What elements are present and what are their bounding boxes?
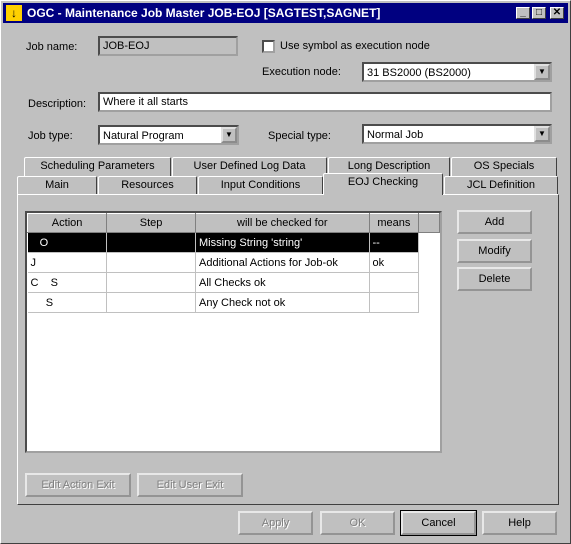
cell-action: O (27, 232, 108, 253)
tab-user-defined-log-data[interactable]: User Defined Log Data (172, 157, 327, 176)
description-label: Description: (28, 98, 87, 110)
cell-filler (418, 232, 440, 253)
chevron-down-icon[interactable]: ▼ (534, 64, 550, 80)
cell-filler (419, 253, 440, 273)
description-field[interactable]: Where it all starts (98, 92, 552, 112)
close-button[interactable]: ✕ (550, 7, 564, 19)
edit-user-exit-button[interactable]: Edit User Exit (137, 473, 243, 497)
column-header-means[interactable]: means (368, 213, 420, 233)
job-type-label: Job type: (28, 130, 73, 142)
modify-button[interactable]: Modify (457, 239, 532, 263)
table-row[interactable]: C S All Checks ok (27, 272, 440, 293)
title-bar: ↓ OGC - Maintenance Job Master JOB-EOJ [… (3, 3, 568, 23)
tab-os-specials[interactable]: OS Specials (451, 157, 557, 176)
use-symbol-label: Use symbol as execution node (280, 40, 430, 52)
job-type-combo[interactable]: Natural Program ▼ (98, 125, 239, 145)
tab-scheduling-parameters[interactable]: Scheduling Parameters (24, 157, 171, 176)
table-row[interactable]: S Any Check not ok (27, 292, 440, 313)
tab-input-conditions[interactable]: Input Conditions (198, 176, 323, 195)
edit-action-exit-button[interactable]: Edit Action Exit (25, 473, 131, 497)
execution-node-value: 31 BS2000 (BS2000) (367, 67, 471, 79)
cell-checked-for: Missing String 'string' (195, 232, 370, 253)
use-symbol-checkbox[interactable] (262, 40, 275, 53)
ok-button[interactable]: OK (320, 511, 395, 535)
cell-action: S (27, 292, 108, 313)
maximize-button[interactable]: □ (532, 7, 546, 19)
add-button[interactable]: Add (457, 210, 532, 234)
cell-means: ok (369, 252, 420, 273)
warning-down-arrow-icon: ↓ (6, 5, 22, 21)
cell-action: J (27, 252, 108, 273)
cell-step (106, 272, 197, 293)
special-type-label: Special type: (268, 130, 331, 142)
cell-step (106, 252, 197, 273)
cell-filler (419, 293, 440, 313)
cell-checked-for: Any Check not ok (195, 292, 370, 313)
cell-means (369, 292, 420, 313)
table-row[interactable]: J Additional Actions for Job-ok ok (27, 252, 440, 273)
cell-action: C S (27, 272, 108, 293)
job-name-field: JOB-EOJ (98, 36, 238, 56)
table-row[interactable]: O Missing String 'string' -- (27, 232, 440, 253)
column-header-filler (418, 213, 440, 233)
chevron-down-icon[interactable]: ▼ (221, 127, 237, 143)
column-header-action[interactable]: Action (27, 213, 108, 233)
help-button[interactable]: Help (482, 511, 557, 535)
job-name-label: Job name: (26, 41, 78, 53)
special-type-combo[interactable]: Normal Job ▼ (362, 124, 552, 144)
job-type-value: Natural Program (103, 130, 184, 142)
tab-main[interactable]: Main (17, 176, 97, 195)
cell-filler (419, 273, 440, 293)
apply-button[interactable]: Apply (238, 511, 313, 535)
delete-button[interactable]: Delete (457, 267, 532, 291)
cancel-button[interactable]: Cancel (400, 510, 477, 536)
column-header-step[interactable]: Step (106, 213, 197, 233)
tab-resources[interactable]: Resources (98, 176, 197, 195)
minimize-button[interactable]: _ (516, 7, 530, 19)
cell-step (106, 232, 197, 253)
cell-checked-for: Additional Actions for Job-ok (195, 252, 370, 273)
tab-eoj-checking[interactable]: EOJ Checking (323, 173, 443, 195)
tab-jcl-definition[interactable]: JCL Definition (444, 176, 558, 195)
eoj-checks-table[interactable]: Action Step will be checked for means O … (25, 211, 442, 453)
column-header-checked-for[interactable]: will be checked for (195, 213, 370, 233)
cell-checked-for: All Checks ok (195, 272, 370, 293)
cell-means (369, 272, 420, 293)
special-type-value: Normal Job (367, 129, 424, 141)
chevron-down-icon[interactable]: ▼ (534, 126, 550, 142)
execution-node-label: Execution node: (262, 66, 341, 78)
window-title: OGC - Maintenance Job Master JOB-EOJ [SA… (27, 6, 381, 20)
execution-node-combo[interactable]: 31 BS2000 (BS2000) ▼ (362, 62, 552, 82)
cell-step (106, 292, 197, 313)
cell-means: -- (369, 232, 420, 253)
main-window: ↓ OGC - Maintenance Job Master JOB-EOJ [… (0, 0, 571, 544)
